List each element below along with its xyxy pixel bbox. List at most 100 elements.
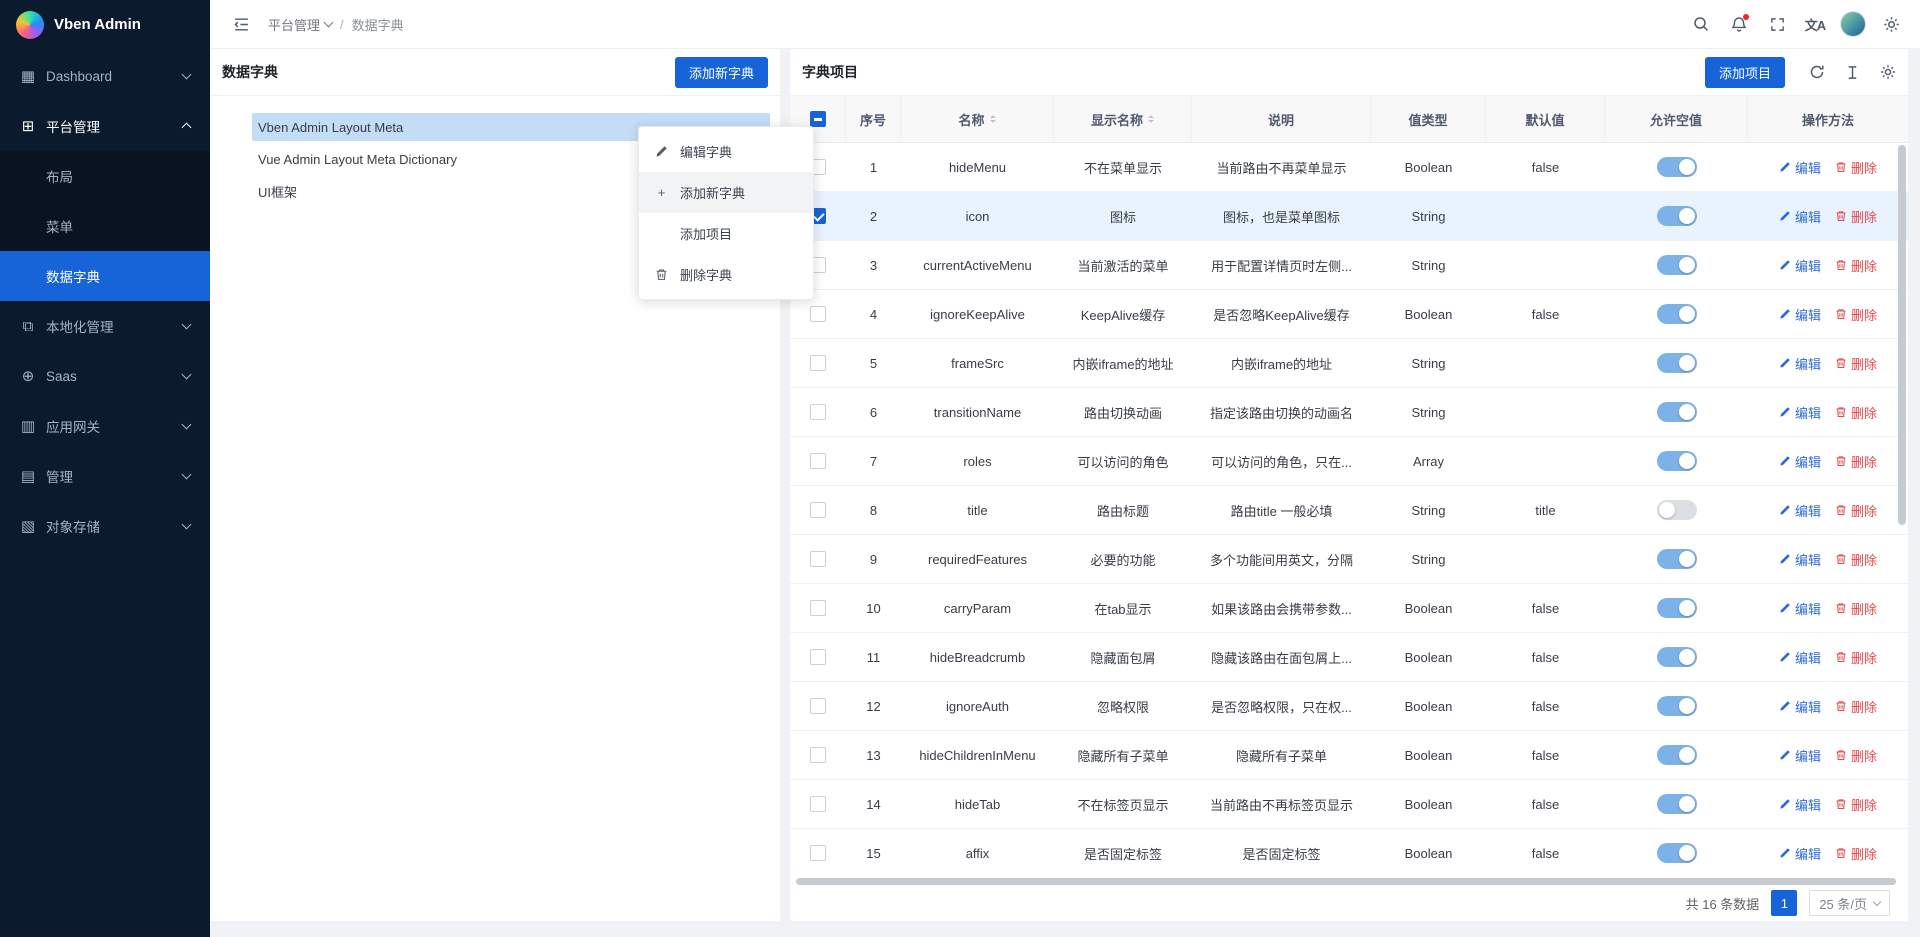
edit-link[interactable]: 编辑 <box>1779 795 1821 814</box>
page-number-button[interactable]: 1 <box>1771 890 1797 916</box>
edit-link[interactable]: 编辑 <box>1779 844 1821 863</box>
allow-null-toggle[interactable] <box>1657 402 1697 422</box>
sort-icons[interactable] <box>990 115 996 123</box>
sidebar-item-layout[interactable]: 布局 <box>0 151 210 201</box>
row-checkbox[interactable] <box>810 404 826 420</box>
context-menu-add-item[interactable]: 添加项目 <box>639 213 813 254</box>
delete-link[interactable]: 删除 <box>1835 256 1877 275</box>
delete-link[interactable]: 删除 <box>1835 452 1877 471</box>
delete-link[interactable]: 删除 <box>1835 403 1877 422</box>
sidebar-item-gateway[interactable]: ▥ 应用网关 <box>0 401 210 451</box>
menu-fold-button[interactable] <box>222 0 260 49</box>
allow-null-toggle[interactable] <box>1657 451 1697 471</box>
column-header-index[interactable]: 序号 <box>846 96 901 143</box>
edit-link[interactable]: 编辑 <box>1779 452 1821 471</box>
column-header-name[interactable]: 名称 <box>901 96 1054 143</box>
user-menu[interactable] <box>1834 0 1872 49</box>
delete-link[interactable]: 删除 <box>1835 354 1877 373</box>
allow-null-toggle[interactable] <box>1657 696 1697 716</box>
row-checkbox[interactable] <box>810 600 826 616</box>
sidebar-item-dashboard[interactable]: ▦ Dashboard <box>0 51 210 101</box>
allow-null-toggle[interactable] <box>1657 549 1697 569</box>
allow-null-toggle[interactable] <box>1657 843 1697 863</box>
row-checkbox[interactable] <box>810 649 826 665</box>
column-header-operations[interactable]: 操作方法 <box>1748 96 1908 143</box>
context-menu-delete-dictionary[interactable]: 删除字典 <box>639 254 813 295</box>
edit-link[interactable]: 编辑 <box>1779 746 1821 765</box>
column-header-description[interactable]: 说明 <box>1192 96 1371 143</box>
edit-link[interactable]: 编辑 <box>1779 207 1821 226</box>
delete-link[interactable]: 删除 <box>1835 844 1877 863</box>
allow-null-toggle[interactable] <box>1657 500 1697 520</box>
column-header-allow-null[interactable]: 允许空值 <box>1605 96 1748 143</box>
context-menu-edit-dictionary[interactable]: 编辑字典 <box>639 131 813 172</box>
sidebar-item-platform[interactable]: ⊞ 平台管理 <box>0 101 210 151</box>
select-all-checkbox[interactable] <box>810 111 826 127</box>
edit-link[interactable]: 编辑 <box>1779 354 1821 373</box>
row-checkbox[interactable] <box>810 306 826 322</box>
allow-null-toggle[interactable] <box>1657 255 1697 275</box>
edit-link[interactable]: 编辑 <box>1779 158 1821 177</box>
delete-link[interactable]: 删除 <box>1835 599 1877 618</box>
context-menu-add-dictionary[interactable]: + 添加新字典 <box>639 172 813 213</box>
sidebar-item-object-storage[interactable]: ▧ 对象存储 <box>0 501 210 551</box>
delete-link[interactable]: 删除 <box>1835 207 1877 226</box>
refresh-button[interactable] <box>1809 64 1825 80</box>
app-logo[interactable]: Vben Admin <box>0 0 210 49</box>
row-checkbox[interactable] <box>810 796 826 812</box>
row-checkbox[interactable] <box>810 453 826 469</box>
row-checkbox[interactable] <box>810 747 826 763</box>
edit-link[interactable]: 编辑 <box>1779 697 1821 716</box>
edit-link[interactable]: 编辑 <box>1779 599 1821 618</box>
allow-null-toggle[interactable] <box>1657 794 1697 814</box>
sidebar-item-data-dictionary[interactable]: 数据字典 <box>0 251 210 301</box>
allow-null-toggle[interactable] <box>1657 647 1697 667</box>
delete-link[interactable]: 删除 <box>1835 305 1877 324</box>
add-item-button[interactable]: 添加项目 <box>1705 57 1785 88</box>
edit-link[interactable]: 编辑 <box>1779 648 1821 667</box>
delete-link[interactable]: 删除 <box>1835 648 1877 667</box>
delete-link[interactable]: 删除 <box>1835 746 1877 765</box>
notifications-button[interactable] <box>1720 0 1758 49</box>
allow-null-toggle[interactable] <box>1657 353 1697 373</box>
delete-link[interactable]: 删除 <box>1835 550 1877 569</box>
edit-link[interactable]: 编辑 <box>1779 550 1821 569</box>
column-header-default-value[interactable]: 默认值 <box>1486 96 1605 143</box>
allow-null-toggle[interactable] <box>1657 598 1697 618</box>
sidebar-item-menu[interactable]: 菜单 <box>0 201 210 251</box>
vertical-scrollbar[interactable] <box>1898 145 1906 525</box>
row-checkbox[interactable] <box>810 355 826 371</box>
row-checkbox[interactable] <box>810 698 826 714</box>
language-button[interactable]: 文A <box>1796 0 1834 49</box>
column-settings-button[interactable] <box>1880 64 1896 80</box>
breadcrumb-parent[interactable]: 平台管理 <box>268 15 332 34</box>
delete-link[interactable]: 删除 <box>1835 697 1877 716</box>
edit-link[interactable]: 编辑 <box>1779 501 1821 520</box>
row-height-button[interactable] <box>1845 65 1860 80</box>
edit-link[interactable]: 编辑 <box>1779 403 1821 422</box>
settings-button[interactable] <box>1872 0 1910 49</box>
allow-null-toggle[interactable] <box>1657 206 1697 226</box>
delete-link[interactable]: 删除 <box>1835 158 1877 177</box>
search-button[interactable] <box>1682 0 1720 49</box>
row-checkbox[interactable] <box>810 845 826 861</box>
edit-link[interactable]: 编辑 <box>1779 305 1821 324</box>
sidebar-item-management[interactable]: ▤ 管理 <box>0 451 210 501</box>
row-checkbox[interactable] <box>810 502 826 518</box>
fullscreen-button[interactable] <box>1758 0 1796 49</box>
sidebar-item-localization[interactable]: ⧉ 本地化管理 <box>0 301 210 351</box>
delete-link[interactable]: 删除 <box>1835 795 1877 814</box>
allow-null-toggle[interactable] <box>1657 304 1697 324</box>
column-header-display-name[interactable]: 显示名称 <box>1054 96 1192 143</box>
allow-null-toggle[interactable] <box>1657 157 1697 177</box>
add-dictionary-button[interactable]: 添加新字典 <box>675 57 768 88</box>
allow-null-toggle[interactable] <box>1657 745 1697 765</box>
horizontal-scrollbar[interactable] <box>796 878 1896 885</box>
sort-icons[interactable] <box>1148 115 1154 123</box>
delete-link[interactable]: 删除 <box>1835 501 1877 520</box>
column-header-value-type[interactable]: 值类型 <box>1371 96 1486 143</box>
page-size-select[interactable]: 25 条/页 <box>1809 890 1890 916</box>
sidebar-item-saas[interactable]: ⊕ Saas <box>0 351 210 401</box>
row-checkbox[interactable] <box>810 551 826 567</box>
edit-link[interactable]: 编辑 <box>1779 256 1821 275</box>
